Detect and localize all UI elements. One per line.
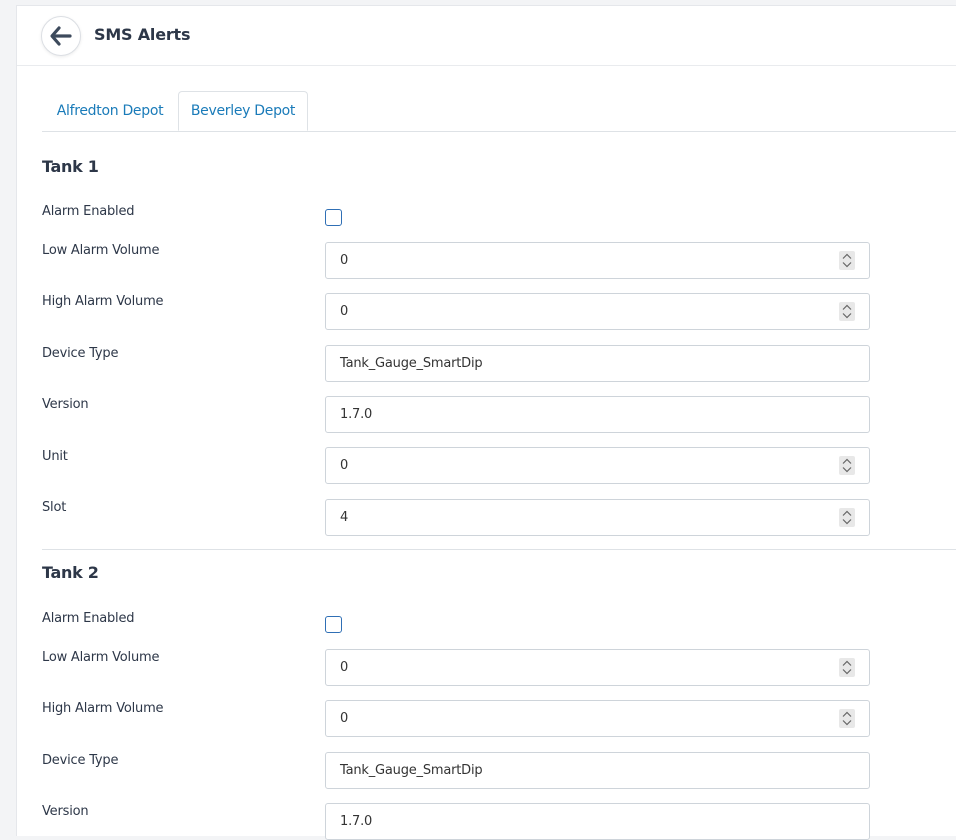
arrow-left-icon [49,25,73,47]
unit-input[interactable]: 0 [325,447,870,484]
number-spinner[interactable] [839,508,855,527]
alarm-enabled-checkbox[interactable] [325,209,342,226]
section-divider [42,549,956,550]
version-input[interactable]: 1.7.0 [325,396,870,433]
low-alarm-volume-label: Low Alarm Volume [42,243,160,258]
version-label: Version [42,804,89,819]
back-button[interactable] [41,16,81,56]
high-alarm-volume-label: High Alarm Volume [42,294,164,309]
high-alarm-volume-input[interactable]: 0 [325,293,870,330]
high-alarm-volume-label: High Alarm Volume [42,701,164,716]
device-type-label: Device Type [42,346,119,361]
sms-alerts-panel: SMS Alerts Alfredton Depot Beverley Depo… [16,5,956,840]
unit-label: Unit [42,449,68,464]
high-alarm-volume-value: 0 [340,304,349,319]
number-spinner[interactable] [839,302,855,321]
low-alarm-volume-input[interactable]: 0 [325,649,870,686]
tank-2-title: Tank 2 [42,563,99,582]
low-alarm-volume-value: 0 [340,253,349,268]
tab-beverley-depot[interactable]: Beverley Depot [178,91,308,131]
device-type-input[interactable]: Tank_Gauge_SmartDip [325,345,870,382]
page-title: SMS Alerts [94,25,191,44]
slot-value: 4 [340,510,349,525]
number-spinner[interactable] [839,456,855,475]
device-type-value: Tank_Gauge_SmartDip [340,356,483,371]
device-type-value: Tank_Gauge_SmartDip [340,763,483,778]
tank-1-title: Tank 1 [42,157,99,176]
version-label: Version [42,397,89,412]
version-value: 1.7.0 [340,407,373,422]
number-spinner[interactable] [839,251,855,270]
unit-value: 0 [340,458,349,473]
number-spinner[interactable] [839,709,855,728]
number-spinner[interactable] [839,658,855,677]
page-header: SMS Alerts [17,6,956,66]
version-value: 1.7.0 [340,814,373,829]
high-alarm-volume-value: 0 [340,711,349,726]
alarm-enabled-checkbox[interactable] [325,616,342,633]
version-input[interactable]: 1.7.0 [325,803,870,840]
depot-tabs: Alfredton Depot Beverley Depot [42,91,956,132]
low-alarm-volume-value: 0 [340,660,349,675]
tab-alfredton-depot[interactable]: Alfredton Depot [42,91,178,131]
low-alarm-volume-input[interactable]: 0 [325,242,870,279]
slot-label: Slot [42,500,67,515]
slot-input[interactable]: 4 [325,499,870,536]
alarm-enabled-label: Alarm Enabled [42,611,135,626]
device-type-label: Device Type [42,753,119,768]
alarm-enabled-label: Alarm Enabled [42,204,135,219]
high-alarm-volume-input[interactable]: 0 [325,700,870,737]
device-type-input[interactable]: Tank_Gauge_SmartDip [325,752,870,789]
low-alarm-volume-label: Low Alarm Volume [42,650,160,665]
